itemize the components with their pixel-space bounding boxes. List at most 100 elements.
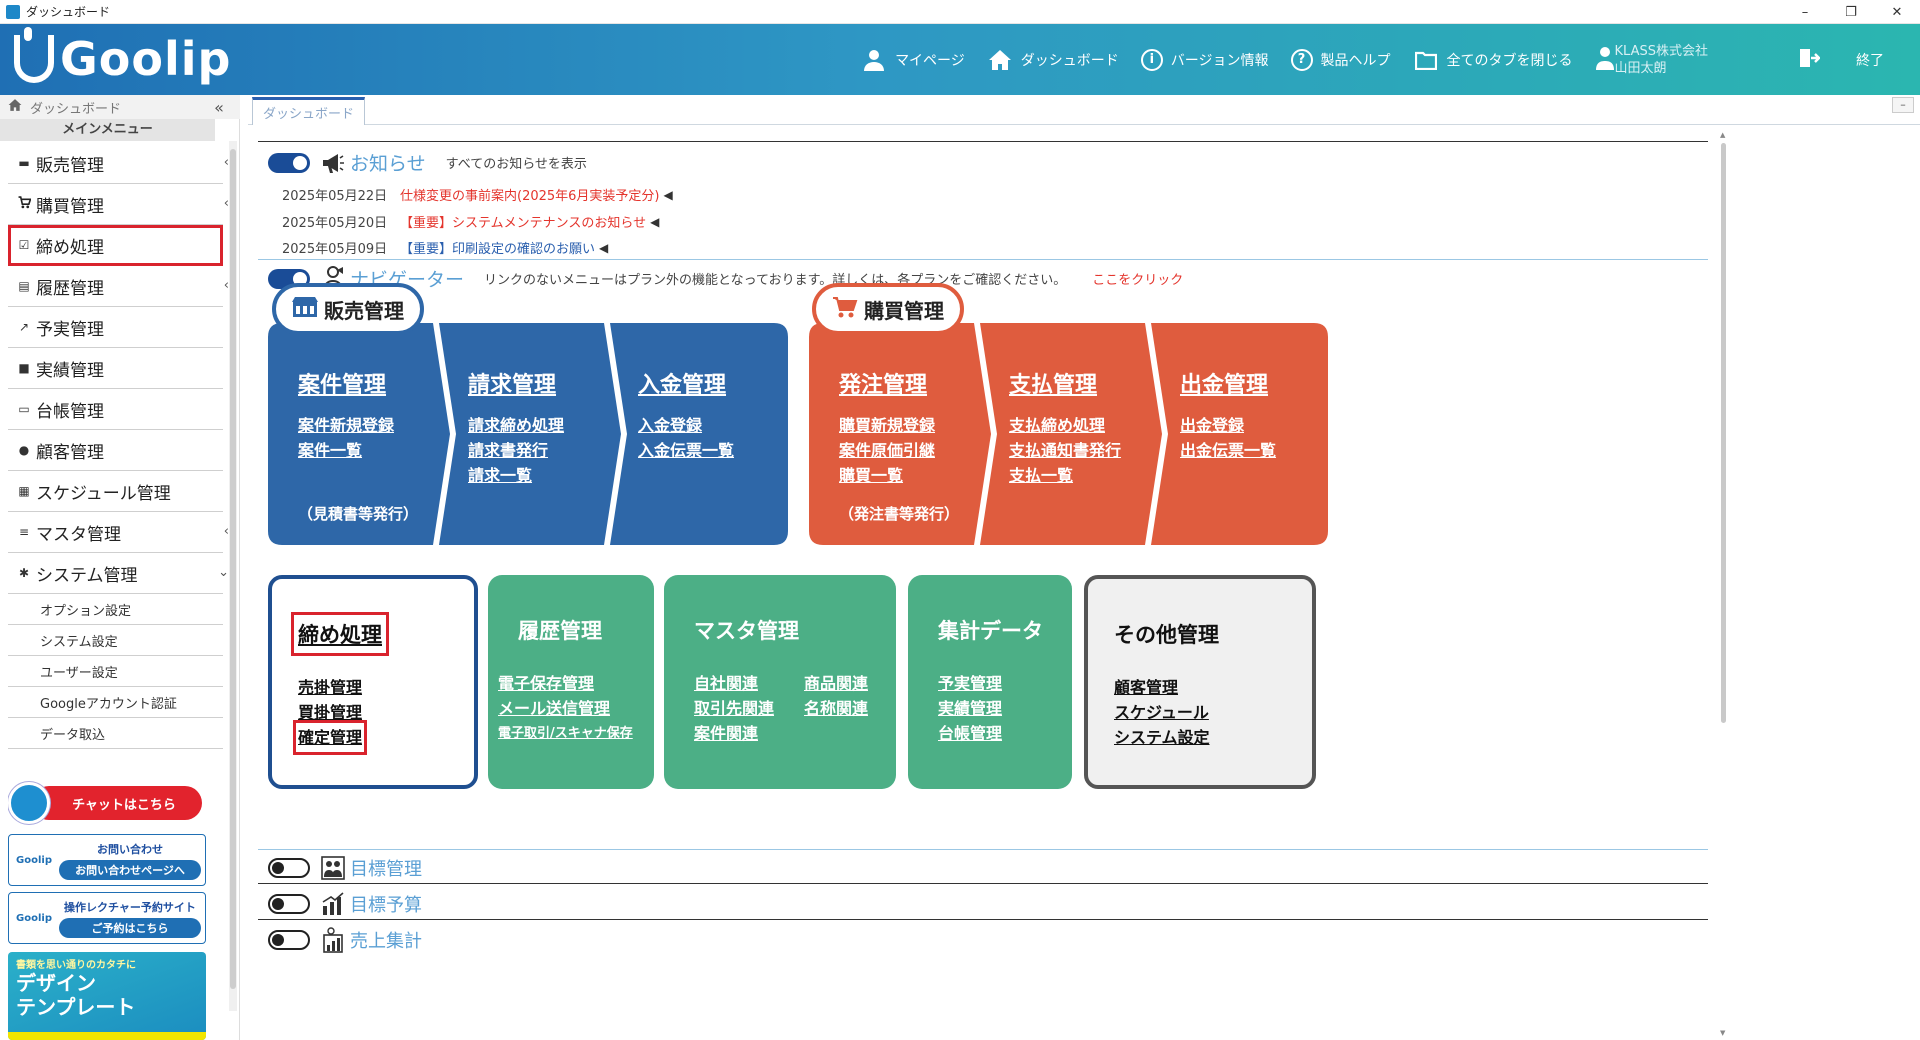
sidebar-item-ledger[interactable]: ▭ 台帳管理 xyxy=(8,389,223,430)
target-management-toggle[interactable] xyxy=(268,858,310,878)
sidebar-breadcrumb[interactable]: ダッシュボード xyxy=(0,95,240,119)
case-management-link[interactable]: 案件管理 xyxy=(298,367,394,399)
pay-notice-issue-link[interactable]: 支払通知書発行 xyxy=(1009,438,1121,463)
purchase-new-link[interactable]: 購買新規登録 xyxy=(839,413,935,438)
main-scrollbar[interactable]: ▼ xyxy=(1720,131,1728,1037)
notice-toggle[interactable] xyxy=(268,152,310,173)
close-all-tabs-link[interactable]: 全てのタブを閉じる xyxy=(1413,47,1573,73)
target-budget-label[interactable]: 目標予算 xyxy=(350,891,422,917)
billing-closing-link[interactable]: 請求締め処理 xyxy=(468,413,564,438)
pay-management-link[interactable]: 支払管理 xyxy=(1009,367,1121,399)
design-template-banner[interactable]: 書類を思い通りのカタチに デザイン テンプレート xyxy=(8,952,206,1040)
payable-management-link[interactable]: 買掛管理 xyxy=(298,700,362,725)
sidebar-item-customers[interactable]: ● 顧客管理 xyxy=(8,430,223,471)
order-management-link[interactable]: 発注管理 xyxy=(839,367,935,399)
sidebar-item-budget[interactable]: ↗ 予実管理 xyxy=(8,307,223,348)
cart-icon xyxy=(16,196,32,212)
pay-closing-link[interactable]: 支払締め処理 xyxy=(1009,413,1121,438)
sidebar-item-sales[interactable]: ▬ 販売管理 ‹ xyxy=(8,143,229,184)
user-info[interactable]: KLASS株式会社 山田太朗 xyxy=(1595,43,1708,77)
notice-item[interactable]: 2025年05月22日 仕様変更の事前案内(2025年6月実装予定分) ◀ xyxy=(282,185,673,205)
target-budget-section: 目標予算 xyxy=(268,891,422,917)
restore-button[interactable]: ❐ xyxy=(1828,0,1874,24)
tab-minimize-button[interactable]: – xyxy=(1892,97,1914,113)
sidebar-sub-user-settings[interactable]: ユーザー設定 xyxy=(8,656,223,687)
system-settings-link[interactable]: システム設定 xyxy=(1114,725,1210,750)
notice-item[interactable]: 2025年05月20日 【重要】システムメンテナンスのお知らせ ◀ xyxy=(282,212,659,232)
payment-in-management-link[interactable]: 入金管理 xyxy=(638,367,734,399)
sales-aggregate-toggle[interactable] xyxy=(268,930,310,950)
product-related-link[interactable]: 商品関連 xyxy=(804,671,868,696)
close-button[interactable]: ✕ xyxy=(1874,0,1920,24)
sidebar-item-closing[interactable]: ☑ 締め処理 xyxy=(8,225,223,266)
master-tile: マスタ管理 自社関連 取引先関連 案件関連 商品関連 名称関連 xyxy=(664,575,896,789)
lecture-banner[interactable]: Goolip 操作レクチャー予約サイト ご予約はこちら xyxy=(8,892,206,944)
payment-in-slip-list-link[interactable]: 入金伝票一覧 xyxy=(638,438,734,463)
results-management-link[interactable]: 実績管理 xyxy=(938,696,1002,721)
billing-list-link[interactable]: 請求一覧 xyxy=(468,463,564,488)
ledger-management-link[interactable]: 台帳管理 xyxy=(938,721,1002,746)
exit-button[interactable]: 終了 xyxy=(1798,47,1884,73)
sales-aggregate-label[interactable]: 売上集計 xyxy=(350,927,422,953)
e-storage-management-link[interactable]: 電子保存管理 xyxy=(498,671,633,696)
own-company-link[interactable]: 自社関連 xyxy=(694,671,774,696)
confirmation-management-link[interactable]: 確定管理 xyxy=(292,720,368,755)
mypage-link[interactable]: マイページ xyxy=(861,47,965,73)
case-list-link[interactable]: 案件一覧 xyxy=(298,438,394,463)
register-icon: ▬ xyxy=(18,156,30,170)
target-management-label[interactable]: 目標管理 xyxy=(350,855,422,881)
sidebar-sub-data-import[interactable]: データ取込 xyxy=(8,718,223,749)
dashboard-link[interactable]: ダッシュボード xyxy=(987,47,1119,73)
billing-management-link[interactable]: 請求管理 xyxy=(468,367,564,399)
purchase-list-link[interactable]: 購買一覧 xyxy=(839,463,935,488)
budget-actual-link[interactable]: 予実管理 xyxy=(938,671,1002,696)
pay-list-link[interactable]: 支払一覧 xyxy=(1009,463,1121,488)
invoice-issue-link[interactable]: 請求書発行 xyxy=(468,438,564,463)
minimize-button[interactable]: – xyxy=(1782,0,1828,24)
sidebar-sub-google-auth[interactable]: Googleアカウント認証 xyxy=(8,687,223,718)
payment-in-register-link[interactable]: 入金登録 xyxy=(638,413,734,438)
closing-management-link[interactable]: 締め処理 xyxy=(291,612,389,656)
history-tile: 履歴管理 電子保存管理 メール送信管理 電子取引/スキャナ保存 xyxy=(488,575,654,789)
payment-out-management-link[interactable]: 出金管理 xyxy=(1180,367,1276,399)
business-partner-link[interactable]: 取引先関連 xyxy=(694,696,774,721)
case-related-link[interactable]: 案件関連 xyxy=(694,721,774,746)
contact-banner[interactable]: Goolip お問い合わせ お問い合わせページへ xyxy=(8,834,206,886)
sidebar-sub-system-settings[interactable]: システム設定 xyxy=(8,625,223,656)
name-related-link[interactable]: 名称関連 xyxy=(804,696,868,721)
master-tile-title: マスタ管理 xyxy=(694,619,799,643)
mail-send-management-link[interactable]: メール送信管理 xyxy=(498,696,633,721)
home-icon xyxy=(987,47,1013,73)
sidebar-scrollbar[interactable] xyxy=(229,141,237,1011)
payment-out-register-link[interactable]: 出金登録 xyxy=(1180,413,1276,438)
notice-header: お知らせ すべてのお知らせを表示 xyxy=(268,149,587,176)
sidebar-item-results[interactable]: ■ 実績管理 xyxy=(8,348,223,389)
case-cost-transfer-link[interactable]: 案件原価引継 xyxy=(839,438,935,463)
show-all-notices-link[interactable]: すべてのお知らせを表示 xyxy=(446,153,587,172)
chat-banner[interactable]: チャットはこちら xyxy=(8,780,206,826)
receivable-management-link[interactable]: 売掛管理 xyxy=(298,675,362,700)
tab-dashboard[interactable]: ダッシュボード xyxy=(252,97,366,125)
sidebar-item-label: 予実管理 xyxy=(36,319,104,340)
megaphone-icon xyxy=(320,150,346,176)
customer-management-link[interactable]: 顧客管理 xyxy=(1114,675,1210,700)
target-budget-toggle[interactable] xyxy=(268,894,310,914)
sidebar-item-label: 顧客管理 xyxy=(36,442,104,463)
sidebar-sub-option-settings[interactable]: オプション設定 xyxy=(8,594,223,625)
goolip-mascot-icon xyxy=(8,782,50,824)
payment-out-slip-list-link[interactable]: 出金伝票一覧 xyxy=(1180,438,1276,463)
case-new-link[interactable]: 案件新規登録 xyxy=(298,413,394,438)
notice-item[interactable]: 2025年05月09日 【重要】印刷設定の確認のお願い ◀ xyxy=(282,238,608,258)
sidebar-item-label: スケジュール管理 xyxy=(36,483,171,504)
sidebar-item-master[interactable]: ≡ マスタ管理 ‹ xyxy=(8,512,229,553)
sidebar-item-purchase[interactable]: 購買管理 ‹ xyxy=(8,184,229,225)
sidebar-collapse-button[interactable]: « xyxy=(207,95,231,119)
schedule-link[interactable]: スケジュール xyxy=(1114,700,1210,725)
goolip-logo[interactable]: Goolip xyxy=(14,27,231,86)
sidebar-item-system[interactable]: ✱ システム管理 ⌄ xyxy=(8,553,229,594)
sidebar-item-schedule[interactable]: ▦ スケジュール管理 xyxy=(8,471,223,512)
product-help-link[interactable]: ? 製品ヘルプ xyxy=(1290,48,1391,71)
version-info-link[interactable]: i バージョン情報 xyxy=(1140,48,1269,71)
sidebar-item-history[interactable]: ▤ 履歴管理 ‹ xyxy=(8,266,229,307)
e-transaction-scanner-link[interactable]: 電子取引/スキャナ保存 xyxy=(498,721,633,746)
